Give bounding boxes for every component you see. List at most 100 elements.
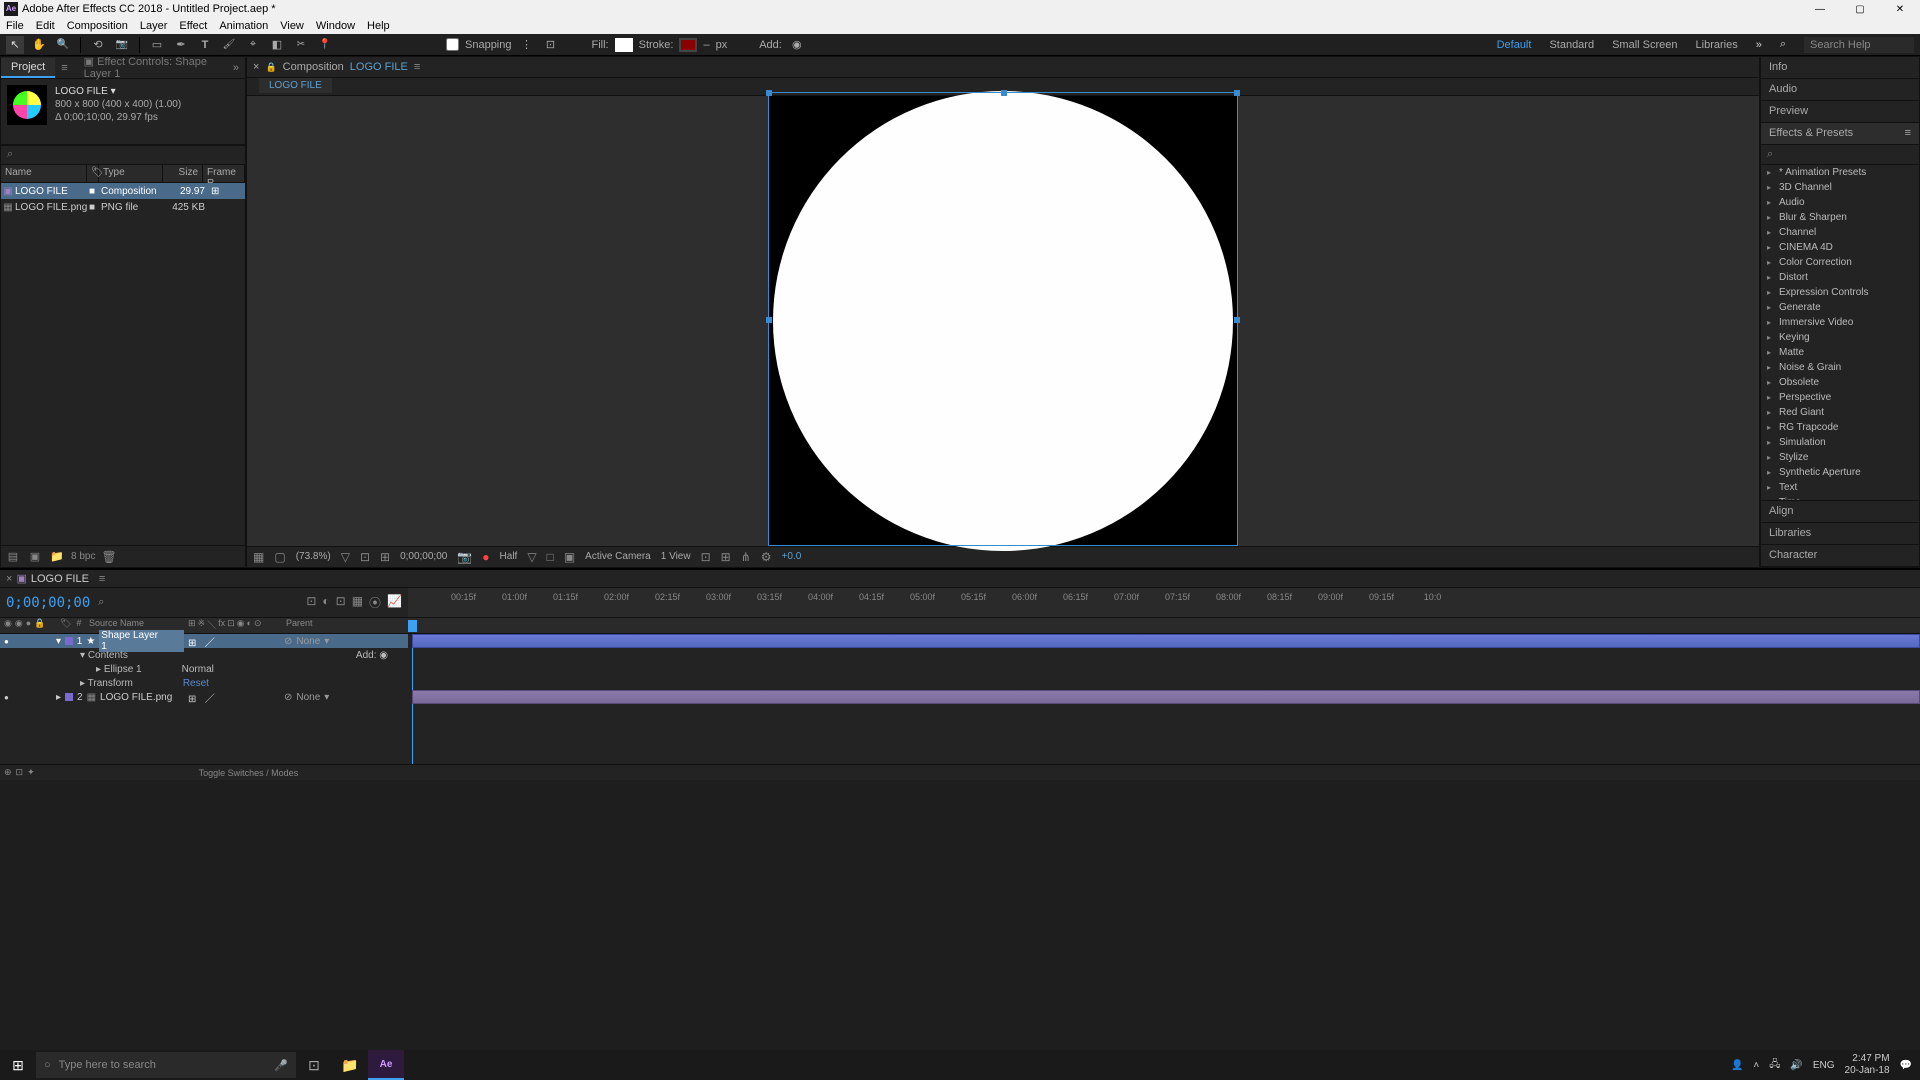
fill-swatch[interactable] [615,38,633,52]
panel-menu-icon[interactable]: ≡ [1905,127,1911,140]
trash-icon[interactable]: 🗑 [101,550,116,564]
workspace-standard[interactable]: Standard [1549,39,1594,51]
current-timecode[interactable]: 0;00;00;00 [6,595,90,611]
menu-file[interactable]: File [6,20,24,32]
menu-view[interactable]: View [280,20,304,32]
snapshot-icon[interactable]: 📷 [457,550,472,564]
selection-handle[interactable] [1234,90,1240,96]
timeline-ruler[interactable]: 00:15f01:00f01:15f 02:00f02:15f03:00f 03… [408,588,1920,617]
close-tab-icon[interactable]: × [6,573,12,585]
workspace-libraries[interactable]: Libraries [1696,39,1738,51]
fx-category[interactable]: Simulation [1761,435,1919,450]
timeline-search-icon[interactable] [98,596,104,609]
after-effects-taskbar-icon[interactable]: Ae [368,1050,404,1080]
fx-category[interactable]: RG Trapcode [1761,420,1919,435]
selection-tool[interactable] [6,36,24,54]
exposure-reset-icon[interactable]: ⚙ [761,550,772,564]
resolution-icon[interactable]: ▽ [341,550,350,564]
close-button[interactable]: ✕ [1880,4,1920,15]
view-layout-dropdown[interactable]: 1 View [661,551,691,562]
fx-category[interactable]: Color Correction [1761,255,1919,270]
hide-shy-icon[interactable]: ⊡ [336,594,346,611]
viewopt2-icon[interactable]: ⊞ [721,550,731,564]
new-comp-icon[interactable]: ▣ [27,549,43,565]
roto-tool[interactable] [292,36,310,54]
fx-category[interactable]: Keying [1761,330,1919,345]
fx-category[interactable]: Text [1761,480,1919,495]
selection-handle[interactable] [1001,90,1007,96]
fx-category[interactable]: Stylize [1761,450,1919,465]
show-channel-icon[interactable]: ● [482,550,489,564]
menu-help[interactable]: Help [367,20,390,32]
exposure-value[interactable]: +0.0 [782,551,802,562]
snap-opt1-icon[interactable]: ⋮ [518,36,536,54]
close-tab-icon[interactable]: × [253,61,259,73]
camera-tool[interactable] [113,36,131,54]
pen-tool[interactable] [172,36,190,54]
layer-row[interactable]: ▸2LOGO FILE.png ⊞ ／ ⊘None▾ [0,690,408,704]
parent-dropdown[interactable]: None [296,692,320,703]
add-menu-icon[interactable]: ◉ [788,36,806,54]
stroke-width[interactable]: – [703,39,709,51]
fx-category[interactable]: Generate [1761,300,1919,315]
viewopt1-icon[interactable]: ⊡ [701,550,711,564]
tab-effects-presets[interactable]: Effects & Presets ≡ [1761,123,1919,145]
project-list[interactable]: LOGO FILE ■ Composition 29.97 ⊞ LOGO FIL… [1,183,245,545]
effects-search[interactable] [1761,145,1919,165]
workspace-small[interactable]: Small Screen [1612,39,1677,51]
fx-category[interactable]: Time [1761,495,1919,500]
roi-icon[interactable]: ⊡ [360,550,370,564]
hand-tool[interactable] [30,36,48,54]
transparency-grid-icon[interactable]: □ [547,550,554,564]
visibility-toggle[interactable] [4,692,9,703]
search-help-input[interactable]: Search Help [1804,37,1914,53]
render-queue-icon[interactable]: ⊡ [16,767,24,778]
timeline-tracks[interactable] [408,634,1920,764]
layer-property-row[interactable]: ▸ Ellipse 1 Normal [0,662,408,676]
grid-icon[interactable]: ⊞ [380,550,390,564]
fast-preview-icon[interactable]: ▽ [527,550,536,564]
zoom-level[interactable]: (73.8%) [296,551,331,562]
timeline-tab-name[interactable]: LOGO FILE [31,573,89,585]
menu-layer[interactable]: Layer [140,20,168,32]
system-clock[interactable]: 2:47 PM 20-Jan-18 [1845,1053,1890,1077]
notifications-icon[interactable]: 💬 [1900,1060,1912,1071]
taskbar-search[interactable]: ○Type here to search 🎤 [36,1052,296,1078]
fx-category[interactable]: Matte [1761,345,1919,360]
snap-opt2-icon[interactable]: ⊡ [542,36,560,54]
fx-category[interactable]: Noise & Grain [1761,360,1919,375]
tab-align[interactable]: Align [1761,501,1919,523]
selection-handle[interactable] [766,317,772,323]
layer-property-row[interactable]: ▸ Transform Reset [0,676,408,690]
col-size[interactable]: Size [163,165,203,182]
layer-bar[interactable] [412,690,1920,704]
selection-handle[interactable] [1234,317,1240,323]
text-tool[interactable] [196,36,214,54]
menu-effect[interactable]: Effect [179,20,207,32]
bpc-toggle[interactable]: 8 bpc [71,551,95,562]
reset-link[interactable]: Reset [183,678,209,689]
col-source-name[interactable]: Source Name [89,618,144,628]
fx-category[interactable]: Immersive Video [1761,315,1919,330]
effects-list[interactable]: * Animation Presets 3D Channel Audio Blu… [1761,165,1919,500]
motion-blur-icon[interactable]: ⦿ [369,594,381,611]
tab-character[interactable]: Character [1761,545,1919,567]
tab-project[interactable]: Project [1,58,55,78]
tab-menu-icon[interactable]: ≡ [414,61,420,73]
fx-category[interactable]: Red Giant [1761,405,1919,420]
language-icon[interactable]: ENG [1813,1060,1835,1071]
volume-icon[interactable]: 🔊 [1790,1060,1802,1071]
workspace-more-icon[interactable]: » [1756,39,1762,51]
tab-menu-icon[interactable]: ≡ [93,573,105,585]
project-search[interactable] [1,145,245,165]
fx-category[interactable]: Blur & Sharpen [1761,210,1919,225]
fx-category[interactable]: CINEMA 4D [1761,240,1919,255]
menu-composition[interactable]: Composition [67,20,128,32]
tab-preview[interactable]: Preview [1761,101,1919,123]
layer-bar[interactable] [412,634,1920,648]
col-framerate[interactable]: Frame R... [203,165,245,182]
tab-menu-icon[interactable]: ≡ [55,62,73,74]
tab-info[interactable]: Info [1761,57,1919,79]
frame-blend-icon[interactable]: ▦ [352,594,363,611]
eraser-tool[interactable] [268,36,286,54]
